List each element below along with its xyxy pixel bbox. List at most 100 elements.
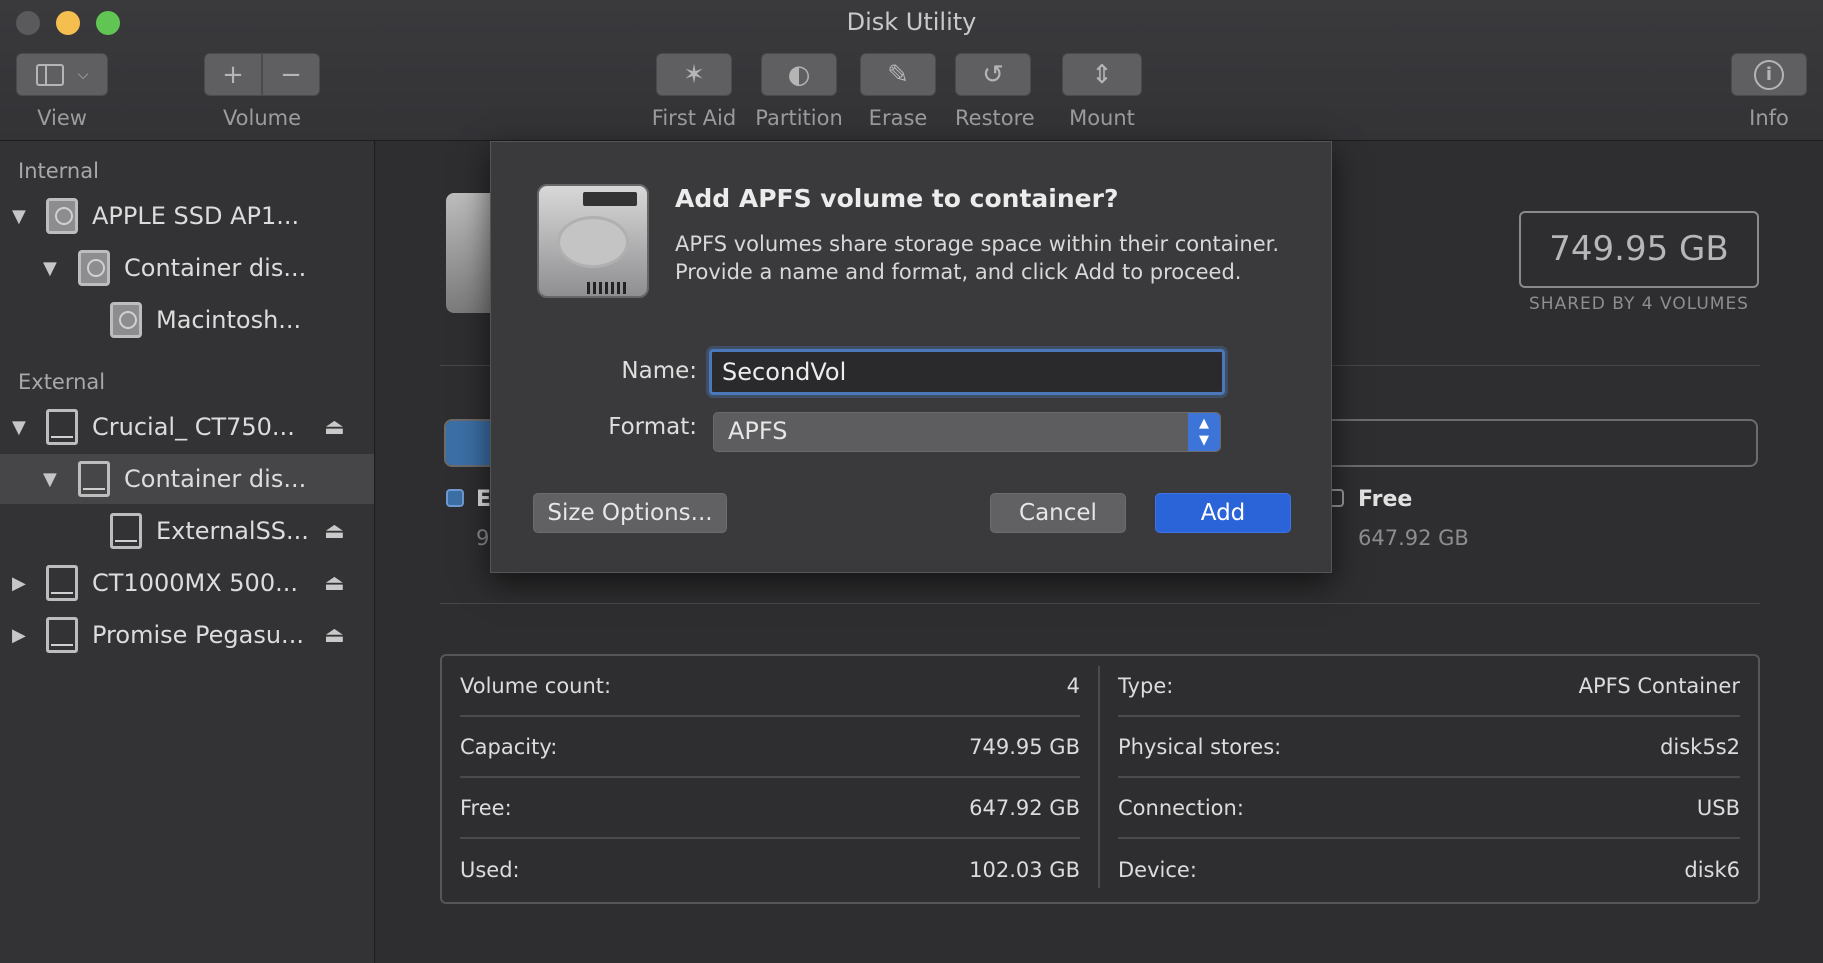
mount-button[interactable]: ⇕ — [1062, 53, 1142, 96]
sidebar-section-external: External — [18, 370, 106, 394]
remove-volume-button[interactable]: − — [262, 53, 320, 96]
sidebar-item-container-internal[interactable]: ▼ Container dis... — [0, 243, 374, 293]
name-label: Name: — [621, 358, 697, 384]
external-disk-icon — [78, 461, 110, 497]
internal-disk-icon — [46, 198, 78, 234]
info-row-type: Type: APFS Container — [1118, 656, 1740, 717]
erase-toolbar-group: ✎ Erase — [860, 53, 936, 130]
restore-button[interactable]: ↺ — [955, 53, 1031, 96]
volume-name-input[interactable] — [709, 349, 1225, 395]
minus-icon: − — [280, 59, 302, 90]
hard-drive-icon — [537, 184, 649, 298]
view-button[interactable]: ⌵ — [16, 53, 108, 96]
chevron-down-icon: ⌵ — [77, 66, 89, 83]
sidebar-item-label: Container dis... — [124, 254, 307, 282]
cancel-button[interactable]: Cancel — [990, 493, 1126, 533]
info-row-volume-count: Volume count: 4 — [460, 656, 1080, 717]
sidebar-item-ct1000mx[interactable]: ▶ CT1000MX 500... ⏏ — [0, 558, 374, 608]
add-volume-dialog: Add APFS volume to container? APFS volum… — [490, 141, 1332, 573]
info-column-left: Volume count: 4 Capacity: 749.95 GB Free… — [442, 656, 1102, 902]
eject-icon[interactable]: ⏏ — [324, 571, 345, 596]
volume-label: Volume — [222, 106, 302, 130]
info-row-physical-stores: Physical stores: disk5s2 — [1118, 717, 1740, 778]
dialog-message: APFS volumes share storage space within … — [675, 232, 1280, 284]
sidebar-item-crucial[interactable]: ▼ Crucial_ CT750... ⏏ — [0, 402, 374, 452]
info-label: Free: — [460, 795, 512, 820]
sidebar-section-internal: Internal — [18, 159, 99, 183]
pencil-icon: ✎ — [887, 59, 909, 90]
legend-used-swatch — [446, 489, 464, 507]
info-label: Physical stores: — [1118, 734, 1282, 759]
first-aid-label: First Aid — [651, 106, 737, 130]
mount-toolbar-group: ⇕ Mount — [1062, 53, 1142, 130]
sidebar-item-macintosh[interactable]: Macintosh... — [0, 295, 374, 345]
info-value: 102.03 GB — [969, 857, 1080, 882]
disclosure-expanded-icon[interactable]: ▼ — [12, 206, 26, 227]
dialog-title: Add APFS volume to container? — [675, 184, 1119, 213]
format-select[interactable]: APFS ▲ ▼ — [713, 412, 1221, 452]
volume-toolbar-group: + − Volume — [204, 53, 320, 130]
add-button[interactable]: Add — [1155, 493, 1291, 533]
info-row-capacity: Capacity: 749.95 GB — [460, 717, 1080, 778]
disclosure-expanded-icon[interactable]: ▼ — [43, 258, 57, 279]
format-label: Format: — [608, 414, 697, 440]
info-row-device: Device: disk6 — [1118, 839, 1740, 900]
partition-toolbar-group: ◐ Partition — [755, 53, 857, 130]
first-aid-button[interactable]: ✶ — [656, 53, 732, 96]
legend-free-name: Free — [1358, 487, 1413, 512]
stethoscope-icon: ✶ — [683, 59, 705, 90]
info-table: Volume count: 4 Capacity: 749.95 GB Free… — [440, 654, 1760, 904]
sidebar-item-promise-pegasus[interactable]: ▶ Promise Pegasu... ⏏ — [0, 610, 374, 660]
info-value: disk6 — [1684, 857, 1740, 882]
erase-button[interactable]: ✎ — [860, 53, 936, 96]
sidebar-item-externalss[interactable]: ExternalSS... ⏏ — [0, 506, 374, 556]
external-disk-icon — [110, 513, 142, 549]
divider — [440, 603, 1760, 604]
sidebar-item-label: APPLE SSD AP1... — [92, 202, 300, 230]
info-label: Info — [1749, 106, 1789, 130]
info-toolbar-group: i Info — [1731, 53, 1807, 130]
eject-icon[interactable]: ⏏ — [324, 519, 345, 544]
info-label: Used: — [460, 857, 520, 882]
mount-label: Mount — [1069, 106, 1135, 130]
legend-used-value: 9 — [476, 526, 490, 550]
info-button[interactable]: i — [1731, 53, 1807, 96]
disclosure-expanded-icon[interactable]: ▼ — [12, 417, 26, 438]
sidebar: Internal ▼ APPLE SSD AP1... ▼ Container … — [0, 141, 375, 963]
partition-button[interactable]: ◐ — [761, 53, 837, 96]
info-value: disk5s2 — [1660, 734, 1740, 759]
info-value: 4 — [1066, 673, 1080, 698]
external-disk-icon — [46, 409, 78, 445]
add-volume-button[interactable]: + — [204, 53, 262, 96]
view-label: View — [37, 106, 87, 130]
disclosure-collapsed-icon[interactable]: ▶ — [12, 573, 26, 594]
undo-icon: ↺ — [982, 59, 1004, 90]
eject-icon[interactable]: ⏏ — [324, 415, 345, 440]
eject-icon[interactable]: ⏏ — [324, 623, 345, 648]
sidebar-item-label: Container dis... — [124, 465, 307, 493]
erase-label: Erase — [868, 106, 928, 130]
info-label: Capacity: — [460, 734, 558, 759]
format-selected-value: APFS — [728, 417, 788, 445]
internal-disk-icon — [110, 302, 142, 338]
updown-chevron-icon: ▲ ▼ — [1188, 413, 1220, 451]
disclosure-expanded-icon[interactable]: ▼ — [43, 469, 57, 490]
sidebar-item-label: CT1000MX 500... — [92, 569, 298, 597]
internal-disk-icon — [78, 250, 110, 286]
disclosure-collapsed-icon[interactable]: ▶ — [12, 625, 26, 646]
size-options-button[interactable]: Size Options... — [533, 493, 727, 533]
sidebar-item-label: ExternalSS... — [156, 517, 309, 545]
partition-label: Partition — [755, 106, 843, 130]
sidebar-toggle-icon — [35, 63, 64, 86]
sidebar-item-apple-ssd[interactable]: ▼ APPLE SSD AP1... — [0, 191, 374, 241]
info-label: Device: — [1118, 857, 1197, 882]
capacity-shared-label: SHARED BY 4 VOLUMES — [1529, 294, 1749, 314]
window-title: Disk Utility — [846, 8, 977, 36]
legend-used-name: E — [476, 487, 492, 512]
info-icon: i — [1754, 59, 1784, 90]
external-disk-icon — [46, 617, 78, 653]
sidebar-item-container-external[interactable]: ▼ Container dis... — [0, 454, 374, 504]
first-aid-toolbar-group: ✶ First Aid — [652, 53, 752, 130]
info-value: 749.95 GB — [969, 734, 1080, 759]
info-row-used: Used: 102.03 GB — [460, 839, 1080, 900]
